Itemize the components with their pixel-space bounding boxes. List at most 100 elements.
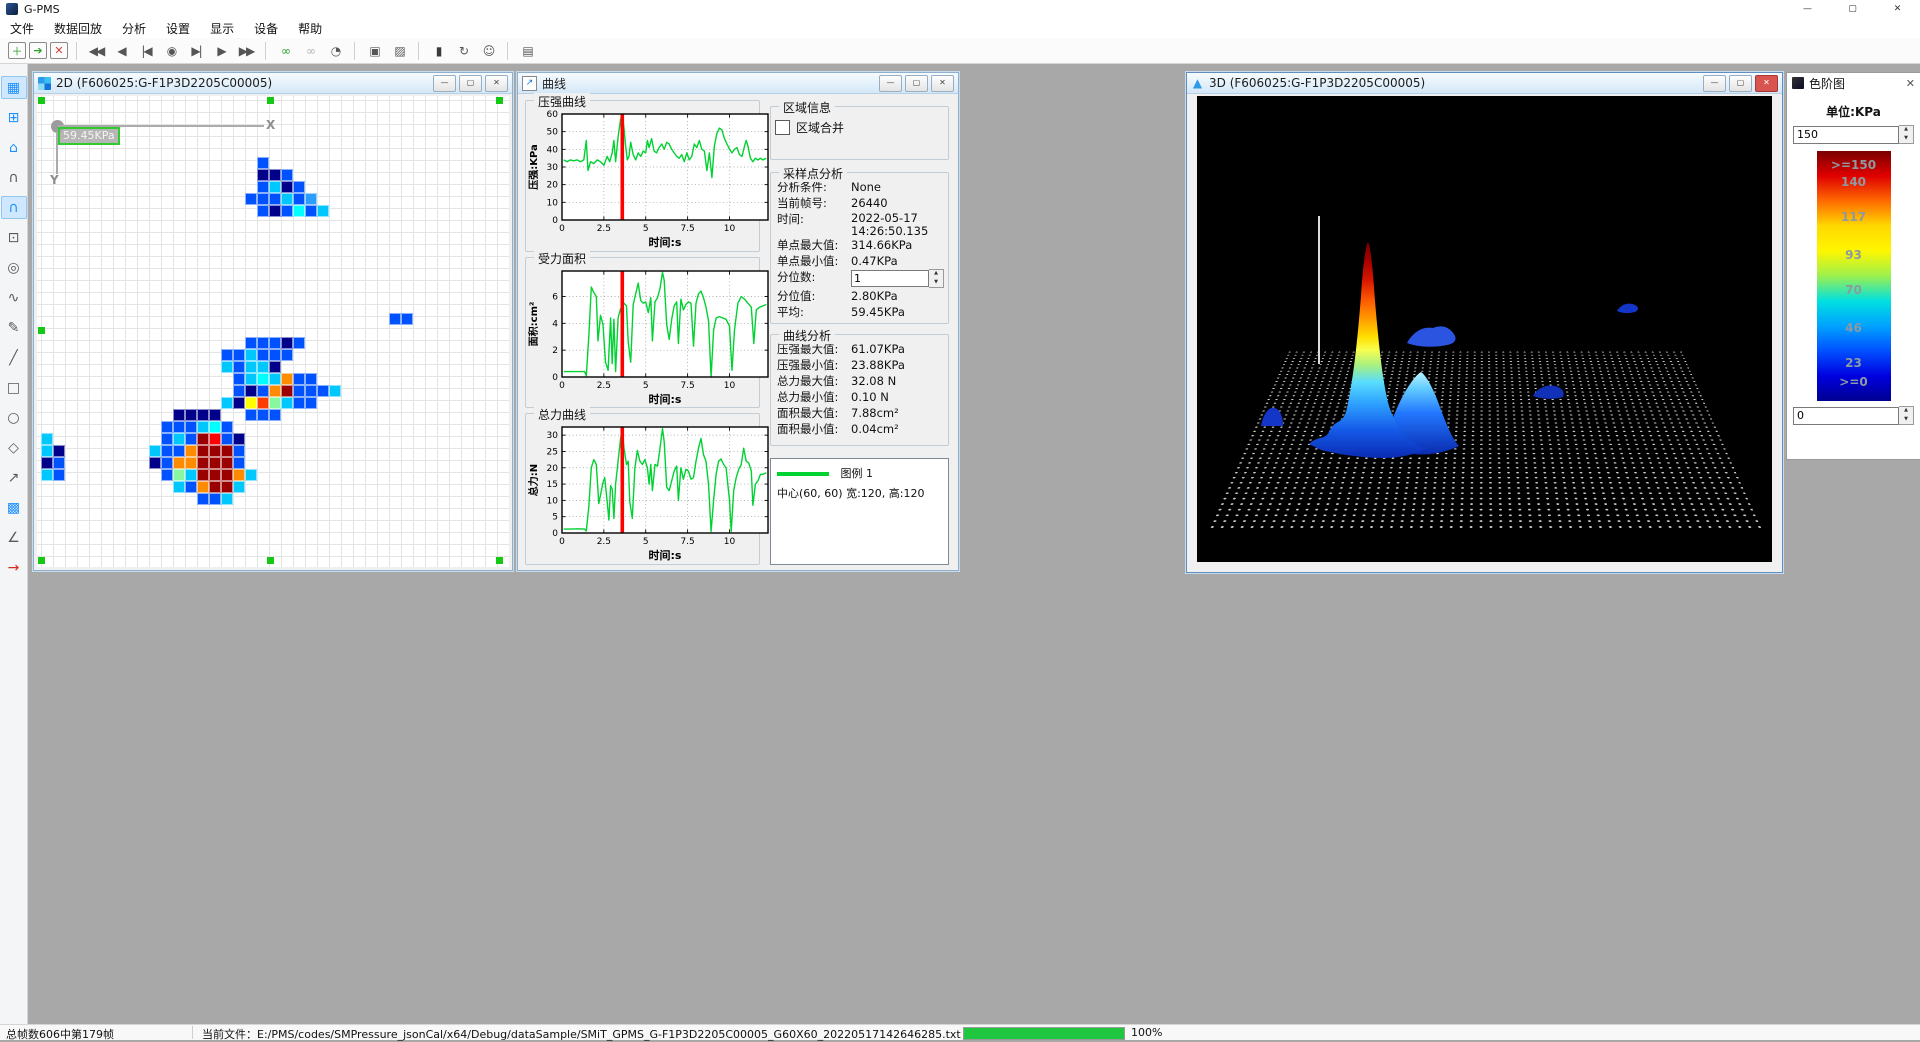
area-curve-chart[interactable]: 024602.557.510时间:s面积:cm² [528, 265, 776, 405]
window-2d-minimize-button[interactable]: — [433, 75, 456, 92]
heat-cell [257, 193, 269, 205]
min-value-input[interactable] [1793, 407, 1899, 425]
merge-regions-checkbox[interactable] [775, 120, 790, 135]
delete-frame-button[interactable]: ✕ [50, 42, 68, 59]
add-frame-button[interactable]: ＋ [8, 42, 26, 59]
tool-draw-rect[interactable]: □ [1, 376, 27, 399]
curves-window-icon: ↗ [522, 76, 537, 91]
selection-handle[interactable] [38, 557, 45, 564]
menu-item-1[interactable]: 数据回放 [44, 18, 112, 39]
skip-start-button[interactable]: |◀ [135, 40, 157, 62]
status-bar: 总帧数606中第179帧 当前文件：E:/PMS/codes/SMPressur… [0, 1024, 1920, 1040]
tool-mesh-3d[interactable]: ∩ [1, 166, 27, 189]
timer-button[interactable]: ◔ [324, 40, 346, 62]
menu-item-3[interactable]: 设置 [156, 18, 200, 39]
spin-down-icon[interactable]: ▼ [1899, 135, 1913, 144]
tool-region-pentagon[interactable]: ⌂ [1, 136, 27, 159]
window-curves-minimize-button[interactable]: — [879, 75, 902, 92]
window-curves-restore-button[interactable]: ▢ [905, 75, 928, 92]
tool-frame-numbers[interactable]: ⊞ [1, 106, 27, 129]
camera-off-button[interactable]: ▨ [388, 40, 410, 62]
app-titlebar[interactable]: G-PMS —▢✕ [0, 0, 1920, 18]
selection-handle[interactable] [496, 97, 503, 104]
spin-up-icon[interactable]: ▲ [929, 270, 943, 279]
play-button[interactable]: ▶ [210, 40, 232, 62]
pressure-curve-chart[interactable]: 010203040506002.557.510时间:s压强:KPa [528, 108, 776, 248]
unlink-button[interactable]: ∞ [299, 40, 321, 62]
tool-crop-region[interactable]: ⊡ [1, 226, 27, 249]
window-curves-close-button[interactable]: ✕ [931, 75, 954, 92]
svg-text:时间:s: 时间:s [649, 235, 682, 248]
close-icon[interactable]: ✕ [1906, 77, 1915, 90]
selection-handle[interactable] [267, 557, 274, 564]
tool-surface-3d[interactable]: ∩ [1, 196, 27, 219]
menu-item-5[interactable]: 设备 [244, 18, 288, 39]
calendar-button[interactable]: ▤ [516, 40, 538, 62]
heat-cell [233, 457, 245, 469]
tool-chart-tool[interactable]: ↗ [1, 466, 27, 489]
stop-button[interactable]: ◉ [160, 40, 182, 62]
spin-down-icon[interactable]: ▼ [1899, 416, 1913, 425]
user-locate-button[interactable]: ☺ [477, 40, 499, 62]
tool-draw-circle[interactable]: ○ [1, 406, 27, 429]
tool-route-path[interactable]: ∿ [1, 286, 27, 309]
window-curves-titlebar[interactable]: ↗ 曲线 —▢✕ [518, 73, 958, 94]
tool-draw-pencil[interactable]: ✎ [1, 316, 27, 339]
selection-handle[interactable] [267, 97, 274, 104]
tool-angle-tool[interactable]: ∠ [1, 526, 27, 549]
colorscale-titlebar[interactable]: 色阶图 ✕ [1787, 73, 1920, 93]
window-3d-titlebar[interactable]: ▲ 3D (F606025:G-F1P3D2205C00005) —▢✕ [1187, 73, 1782, 94]
toolbar-separator [507, 42, 508, 60]
tool-draw-line[interactable]: ╱ [1, 346, 27, 369]
window-2d-titlebar[interactable]: 2D (F606025:G-F1P3D2205C00005) —▢✕ [34, 73, 512, 94]
window-3d-restore-button[interactable]: ▢ [1729, 75, 1752, 92]
force-curve-chart[interactable]: 05101520253002.557.510时间:s总力:N [528, 421, 776, 561]
pressure-grid-2d[interactable]: X Y 59.45KPa [37, 96, 509, 567]
link-button[interactable]: ∞ [274, 40, 296, 62]
display-button[interactable]: ▮ [427, 40, 449, 62]
skip-end-button[interactable]: ▶| [185, 40, 207, 62]
heat-cell [161, 421, 173, 433]
sample-value: 2022-05-17 14:26:50.135 [851, 211, 944, 237]
pressure-view-3d[interactable] [1197, 96, 1772, 562]
menu-item-2[interactable]: 分析 [112, 18, 156, 39]
spin-up-icon[interactable]: ▲ [1899, 126, 1913, 135]
window-2d-restore-button[interactable]: ▢ [459, 75, 482, 92]
heat-cell [257, 205, 269, 217]
camera-record-button[interactable]: ▣ [363, 40, 385, 62]
menu-item-4[interactable]: 显示 [200, 18, 244, 39]
spin-up-icon[interactable]: ▲ [1899, 407, 1913, 416]
quantile-input[interactable] [851, 270, 929, 287]
tool-draw-polygon[interactable]: ◇ [1, 436, 27, 459]
selection-handle[interactable] [38, 327, 45, 334]
tool-view-2d[interactable]: ▦ [1, 76, 27, 99]
app-maximize-button[interactable]: ▢ [1830, 0, 1875, 18]
quantile-spinner[interactable]: ▲▼ [851, 269, 944, 288]
heat-cell [257, 169, 269, 181]
fast-forward-button[interactable]: ▶▶ [235, 40, 257, 62]
selection-handle[interactable] [38, 97, 45, 104]
sample-value: 59.45KPa [851, 304, 944, 320]
curve-label: 面积最大值: [777, 405, 851, 421]
rewind-button[interactable]: ◀◀ [85, 40, 107, 62]
window-2d-close-button[interactable]: ✕ [485, 75, 508, 92]
menu-item-6[interactable]: 帮助 [288, 18, 332, 39]
step-back-button[interactable]: ◀ [110, 40, 132, 62]
app-close-button[interactable]: ✕ [1875, 0, 1920, 18]
export-frame-button[interactable]: ➔ [29, 42, 47, 59]
spin-down-icon[interactable]: ▼ [929, 279, 943, 288]
sample-row: 时间:2022-05-17 14:26:50.135 [777, 211, 944, 237]
curve-value: 23.88KPa [851, 357, 944, 373]
tool-exit-export[interactable]: → [1, 556, 27, 579]
selection-handle[interactable] [496, 557, 503, 564]
window-3d-minimize-button[interactable]: — [1703, 75, 1726, 92]
sample-row: 分位数:▲▼ [777, 269, 944, 288]
refresh-button[interactable]: ↻ [452, 40, 474, 62]
max-value-input[interactable] [1793, 126, 1899, 144]
tool-matrix-tool[interactable]: ▩ [1, 496, 27, 519]
window-3d-close-button[interactable]: ✕ [1755, 75, 1778, 92]
tool-center-target[interactable]: ◎ [1, 256, 27, 279]
menu-item-0[interactable]: 文件 [0, 18, 44, 39]
3d-window-icon: ▲ [1191, 77, 1204, 90]
app-minimize-button[interactable]: — [1785, 0, 1830, 18]
